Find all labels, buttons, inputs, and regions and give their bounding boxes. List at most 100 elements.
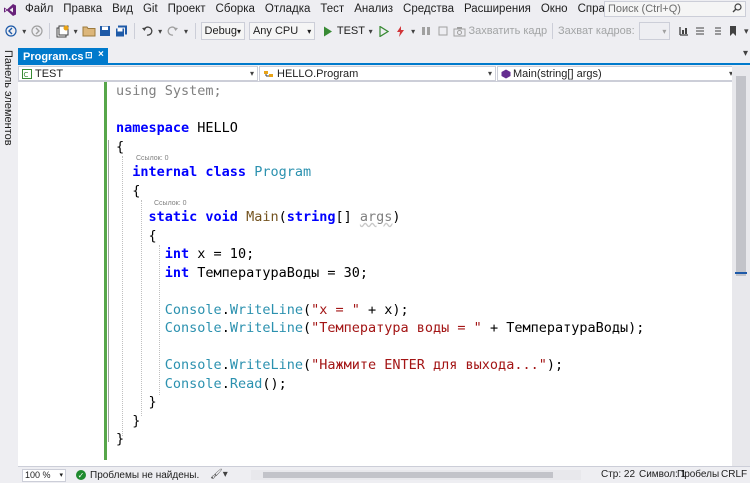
chevron-down-icon: ▾ [59,472,63,479]
tab-program-cs[interactable]: Program.cs ⊡ × [18,48,108,65]
chevron-down-icon: ▾ [249,69,254,78]
comment-icon[interactable] [693,23,708,39]
line-ending-indicator[interactable]: CRLF [721,467,747,483]
caret-position-marker [735,272,747,274]
menu-debug[interactable]: Отладка [260,0,315,19]
change-tracking-bar [104,82,107,460]
method-icon [501,69,511,79]
menu-view[interactable]: Вид [107,0,138,19]
code-line-7: static void Main(string[] args) [148,209,401,225]
menu-window[interactable]: Окно [536,0,573,19]
menu-build[interactable]: Сборка [211,0,260,19]
hide-icon[interactable] [435,23,450,39]
document-tabstrip: Program.cs ⊡ × ▾ [18,48,750,65]
problems-indicator[interactable]: ✓ Проблемы не найдены. [76,470,199,481]
line-indicator[interactable]: Стр: 22 [601,467,635,483]
code-line-6: { [116,182,141,199]
menu-test[interactable]: Тест [315,0,349,19]
configuration-value: Debug [204,25,237,37]
menu-bar: Файл Правка Вид Git Проект Сборка Отладк… [0,0,750,19]
code-line-12: Console.WriteLine("x = " + x); [164,301,409,318]
format-icon[interactable] [676,23,691,39]
member-select[interactable]: Main(string[] args) ▾ [497,66,737,81]
dropdown-arrow-icon[interactable]: ▾ [182,23,189,39]
whitespace-indicator[interactable]: Пробелы [677,467,719,483]
menu-project[interactable]: Проект [163,0,211,19]
menu-extensions[interactable]: Расширения [459,0,536,19]
horizontal-scrollbar[interactable] [251,470,581,480]
code-line-8: { [116,227,157,244]
references-hint[interactable]: Ссылок: 0 [136,155,169,162]
scrollbar-thumb[interactable] [263,472,553,478]
menu-git[interactable]: Git [138,0,163,19]
run-without-debugging-icon[interactable] [376,23,391,39]
navigation-bar: C TEST ▾ HELLO.Program ▾ Main(string[] a… [18,66,750,82]
code-editor[interactable]: 1 2 3 4 5 6 7 8 9 10 11 12 13 14 15 16 1… [18,82,732,466]
dropdown-arrow-icon[interactable]: ▾ [72,23,79,39]
pin-icon[interactable]: ⊡ [85,50,93,61]
back-icon[interactable] [4,23,19,39]
chevron-down-icon: ▾ [236,26,241,36]
close-icon[interactable]: × [98,49,104,60]
visual-studio-logo-icon[interactable] [0,0,20,19]
csharp-project-icon: C [22,68,32,79]
toolbox-tab-label: Панель элементов [2,50,14,146]
capture-frame-button[interactable]: Захватить кадр [468,25,547,37]
run-button-label[interactable]: TEST [337,25,365,37]
toolbar: ▾ ▾ ▾ ▾ Debug ▾ Any CPU ▾ TEST ▾ ▾ Захва… [0,20,750,42]
code-line-4: { [116,138,125,155]
open-folder-icon[interactable] [81,23,96,39]
status-bar: 100 % ▾ ✓ Проблемы не найдены. 🖌▾ Стр: 2… [18,466,750,483]
code-line-18: } [116,412,141,429]
save-icon[interactable] [98,23,113,39]
overflow-icon[interactable]: ▾ [743,23,750,39]
capture-frames-select[interactable]: ▾ [638,22,671,40]
menu-edit[interactable]: Правка [58,0,107,19]
configuration-select[interactable]: Debug ▾ [200,22,245,40]
undo-icon[interactable] [140,23,155,39]
line-number-gutter: 1 2 3 4 5 6 7 8 9 10 11 12 13 14 15 16 1… [18,82,98,466]
code-line-9: int x = 10; [164,246,255,262]
code-line-10: int ТемператураВоды = 30; [164,264,368,281]
code-line-1: using System; [116,83,222,99]
menu-file[interactable]: Файл [20,0,58,19]
dropdown-arrow-icon[interactable]: ▾ [156,23,163,39]
toolbox-tab[interactable]: Панель элементов [1,50,15,180]
vertical-scrollbar[interactable] [732,66,750,466]
class-select[interactable]: HELLO.Program ▾ [259,66,496,81]
dropdown-arrow-icon[interactable]: ▾ [409,23,416,39]
platform-select[interactable]: Any CPU ▾ [248,22,316,40]
bookmark-icon[interactable] [726,23,741,39]
code-line-15: Console.WriteLine("Нажмите ENTER для вых… [164,357,564,373]
code-cleanup-icon[interactable]: 🖌▾ [210,469,228,480]
member-value: Main(string[] args) [513,67,602,80]
uncomment-icon[interactable] [710,23,725,39]
step-icon[interactable] [419,23,434,39]
class-value: HELLO.Program [277,67,359,80]
dropdown-arrow-icon[interactable]: ▾ [367,23,374,39]
project-select[interactable]: C TEST ▾ [18,66,258,81]
run-icon[interactable] [320,23,335,39]
hot-reload-icon[interactable] [393,23,408,39]
tab-list-dropdown-icon[interactable]: ▾ [743,48,748,59]
toolbar-separator [133,23,135,39]
code-line-13: Console.WriteLine("Температура воды = " … [164,320,645,336]
save-all-icon[interactable] [114,23,129,39]
check-icon: ✓ [76,470,86,480]
search-icon [732,2,742,16]
forward-icon[interactable] [30,23,45,39]
menu-tools[interactable]: Средства [398,0,459,19]
references-hint[interactable]: Ссылок: 0 [154,200,187,207]
zoom-select[interactable]: 100 % ▾ [22,468,66,482]
toolbar-separator [194,23,196,39]
new-project-icon[interactable] [55,23,70,39]
search-input[interactable]: Поиск (Ctrl+Q) [604,1,746,17]
code-line-3: namespace HELLO [116,120,238,136]
redo-icon[interactable] [166,23,181,39]
dropdown-arrow-icon[interactable]: ▾ [21,23,28,39]
menu-analyze[interactable]: Анализ [349,0,398,19]
code-line-19: } [116,431,125,447]
chevron-down-icon: ▾ [662,26,667,36]
camera-icon [452,23,467,39]
scrollbar-thumb[interactable] [736,76,746,276]
